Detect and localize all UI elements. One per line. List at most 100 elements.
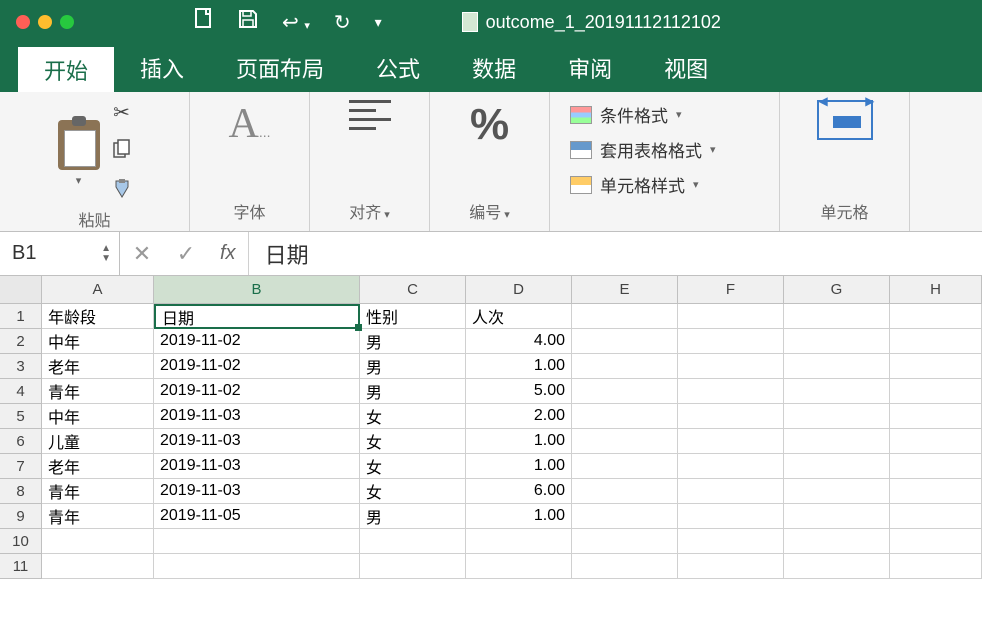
redo-icon[interactable]: ↻ xyxy=(334,10,351,35)
align-icon[interactable] xyxy=(349,100,391,130)
cell-H8[interactable] xyxy=(890,479,982,504)
cell-E4[interactable] xyxy=(572,379,678,404)
cell-C8[interactable]: 女 xyxy=(360,479,466,504)
cell-C6[interactable]: 女 xyxy=(360,429,466,454)
cell-B7[interactable]: 2019-11-03 xyxy=(154,454,360,479)
tab-4[interactable]: 数据 xyxy=(446,44,542,92)
cell-H5[interactable] xyxy=(890,404,982,429)
name-box-up[interactable]: ▲ xyxy=(101,244,111,254)
cell-B3[interactable]: 2019-11-02 xyxy=(154,354,360,379)
column-header-F[interactable]: F xyxy=(678,276,784,304)
row-header[interactable]: 5 xyxy=(0,404,42,429)
cell-E5[interactable] xyxy=(572,404,678,429)
cell-A5[interactable]: 中年 xyxy=(42,404,154,429)
cell-H1[interactable] xyxy=(890,304,982,329)
cell-E3[interactable] xyxy=(572,354,678,379)
cells-icon[interactable]: ◀▶ xyxy=(817,100,873,140)
cell-E10[interactable] xyxy=(572,529,678,554)
cell-H3[interactable] xyxy=(890,354,982,379)
row-header[interactable]: 8 xyxy=(0,479,42,504)
format-painter-icon[interactable] xyxy=(112,179,132,207)
cell-C2[interactable]: 男 xyxy=(360,329,466,354)
cell-A6[interactable]: 儿童 xyxy=(42,429,154,454)
cell-B6[interactable]: 2019-11-03 xyxy=(154,429,360,454)
cell-G10[interactable] xyxy=(784,529,890,554)
cell-D7[interactable]: 1.00 xyxy=(466,454,572,479)
cell-F5[interactable] xyxy=(678,404,784,429)
cell-C7[interactable]: 女 xyxy=(360,454,466,479)
cell-F7[interactable] xyxy=(678,454,784,479)
cut-icon[interactable]: ✂︎ xyxy=(113,100,130,125)
row-header[interactable]: 11 xyxy=(0,554,42,579)
cell-B1[interactable]: 日期 xyxy=(154,304,360,329)
tab-3[interactable]: 公式 xyxy=(350,44,446,92)
cell-F9[interactable] xyxy=(678,504,784,529)
row-header[interactable]: 9 xyxy=(0,504,42,529)
cell-H9[interactable] xyxy=(890,504,982,529)
cell-F4[interactable] xyxy=(678,379,784,404)
cell-A8[interactable]: 青年 xyxy=(42,479,154,504)
cell-B8[interactable]: 2019-11-03 xyxy=(154,479,360,504)
column-header-D[interactable]: D xyxy=(466,276,572,304)
cell-H6[interactable] xyxy=(890,429,982,454)
paste-button[interactable]: ▾ xyxy=(58,120,100,187)
cell-C11[interactable] xyxy=(360,554,466,579)
row-header[interactable]: 4 xyxy=(0,379,42,404)
cell-D9[interactable]: 1.00 xyxy=(466,504,572,529)
cell-E2[interactable] xyxy=(572,329,678,354)
row-header[interactable]: 6 xyxy=(0,429,42,454)
column-header-H[interactable]: H xyxy=(890,276,982,304)
cell-G3[interactable] xyxy=(784,354,890,379)
cell-C1[interactable]: 性别 xyxy=(360,304,466,329)
cell-A4[interactable]: 青年 xyxy=(42,379,154,404)
cell-D1[interactable]: 人次 xyxy=(466,304,572,329)
cell-D2[interactable]: 4.00 xyxy=(466,329,572,354)
cell-E7[interactable] xyxy=(572,454,678,479)
cell-G1[interactable] xyxy=(784,304,890,329)
cell-styles-button[interactable]: 单元格样式 ▾ xyxy=(570,172,699,197)
cell-C10[interactable] xyxy=(360,529,466,554)
cell-G2[interactable] xyxy=(784,329,890,354)
row-header[interactable]: 3 xyxy=(0,354,42,379)
new-file-icon[interactable] xyxy=(194,8,214,36)
cancel-formula-icon[interactable]: ✕ xyxy=(120,241,164,267)
cell-E1[interactable] xyxy=(572,304,678,329)
cell-G9[interactable] xyxy=(784,504,890,529)
cell-F10[interactable] xyxy=(678,529,784,554)
percent-icon[interactable]: % xyxy=(470,100,509,150)
cell-B4[interactable]: 2019-11-02 xyxy=(154,379,360,404)
cell-D3[interactable]: 1.00 xyxy=(466,354,572,379)
copy-icon[interactable] xyxy=(113,139,131,165)
save-icon[interactable] xyxy=(238,9,258,35)
cell-H10[interactable] xyxy=(890,529,982,554)
cell-D5[interactable]: 2.00 xyxy=(466,404,572,429)
format-as-table-button[interactable]: 套用表格格式 ▾ xyxy=(570,137,716,162)
cell-B10[interactable] xyxy=(154,529,360,554)
cell-H11[interactable] xyxy=(890,554,982,579)
cell-G7[interactable] xyxy=(784,454,890,479)
row-header[interactable]: 1 xyxy=(0,304,42,329)
row-header[interactable]: 2 xyxy=(0,329,42,354)
cell-B5[interactable]: 2019-11-03 xyxy=(154,404,360,429)
undo-icon[interactable]: ↩︎ ▾ xyxy=(282,10,310,35)
cell-B9[interactable]: 2019-11-05 xyxy=(154,504,360,529)
cell-F3[interactable] xyxy=(678,354,784,379)
cell-A11[interactable] xyxy=(42,554,154,579)
cell-D4[interactable]: 5.00 xyxy=(466,379,572,404)
cell-B11[interactable] xyxy=(154,554,360,579)
cell-A1[interactable]: 年龄段 xyxy=(42,304,154,329)
row-header[interactable]: 7 xyxy=(0,454,42,479)
cell-E8[interactable] xyxy=(572,479,678,504)
cell-A7[interactable]: 老年 xyxy=(42,454,154,479)
cell-A9[interactable]: 青年 xyxy=(42,504,154,529)
tab-0[interactable]: 开始 xyxy=(18,44,114,92)
cell-C4[interactable]: 男 xyxy=(360,379,466,404)
select-all-corner[interactable] xyxy=(0,276,42,304)
tab-5[interactable]: 审阅 xyxy=(542,44,638,92)
name-box[interactable]: B1 ▲ ▼ xyxy=(0,232,120,275)
qat-more-icon[interactable]: ▾ xyxy=(375,14,382,31)
cell-D11[interactable] xyxy=(466,554,572,579)
cell-A10[interactable] xyxy=(42,529,154,554)
row-header[interactable]: 10 xyxy=(0,529,42,554)
cell-D6[interactable]: 1.00 xyxy=(466,429,572,454)
